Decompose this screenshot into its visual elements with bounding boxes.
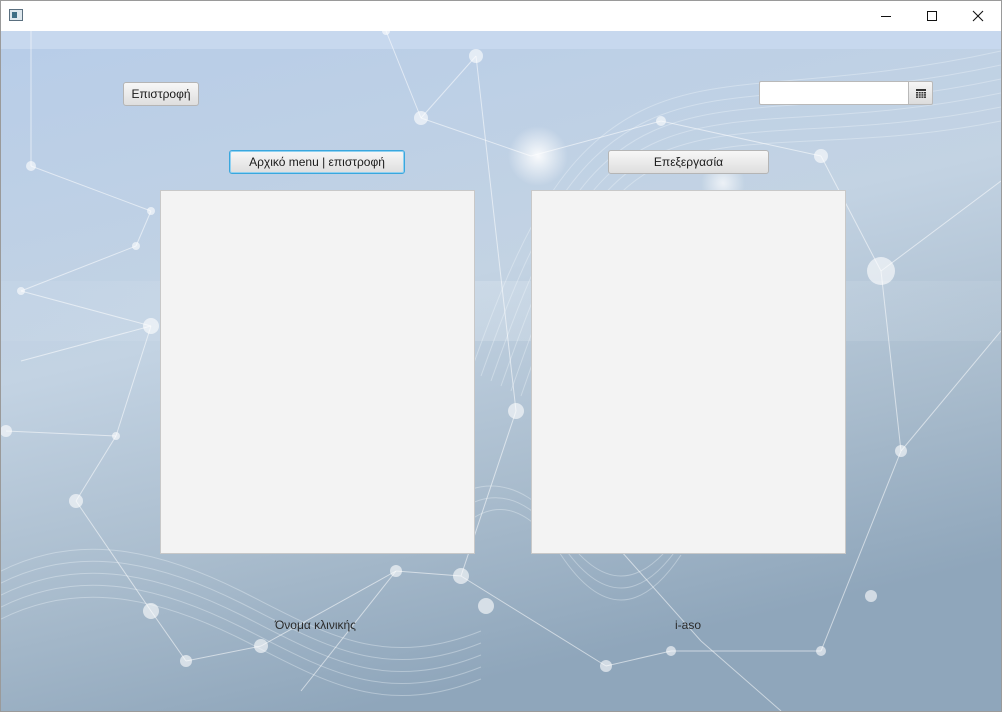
network-background (1, 31, 1001, 711)
minimize-button[interactable] (863, 1, 909, 31)
left-content-panel[interactable] (160, 190, 475, 554)
edit-button[interactable]: Επεξεργασία (608, 150, 769, 174)
back-button[interactable]: Επιστροφή (123, 82, 199, 106)
back-button-label: Επιστροφή (131, 87, 191, 101)
edit-button-label: Επεξεργασία (653, 155, 724, 169)
maximize-button[interactable] (909, 1, 955, 31)
close-icon (972, 10, 984, 22)
app-icon (9, 9, 23, 21)
close-button[interactable] (955, 1, 1001, 31)
right-content-panel[interactable] (531, 190, 846, 554)
i-aso-label: i-aso (675, 618, 702, 632)
main-menu-back-label: Αρχικό menu | επιστροφή (249, 155, 385, 169)
calendar-button[interactable] (908, 81, 933, 105)
main-scene: Επιστροφή Αρχικό menu | επιστροφή Επεξερ… (1, 31, 1001, 711)
title-bar (1, 1, 1001, 31)
minimize-icon (881, 16, 891, 17)
main-menu-back-button[interactable]: Αρχικό menu | επιστροφή (229, 150, 405, 174)
application-window: Επιστροφή Αρχικό menu | επιστροφή Επεξερ… (0, 0, 1002, 712)
calendar-icon (915, 88, 926, 98)
maximize-icon (927, 11, 937, 21)
date-picker[interactable] (759, 81, 933, 105)
date-input[interactable] (759, 81, 909, 105)
clinic-name-label: Όνομα κλινικής (275, 618, 356, 632)
